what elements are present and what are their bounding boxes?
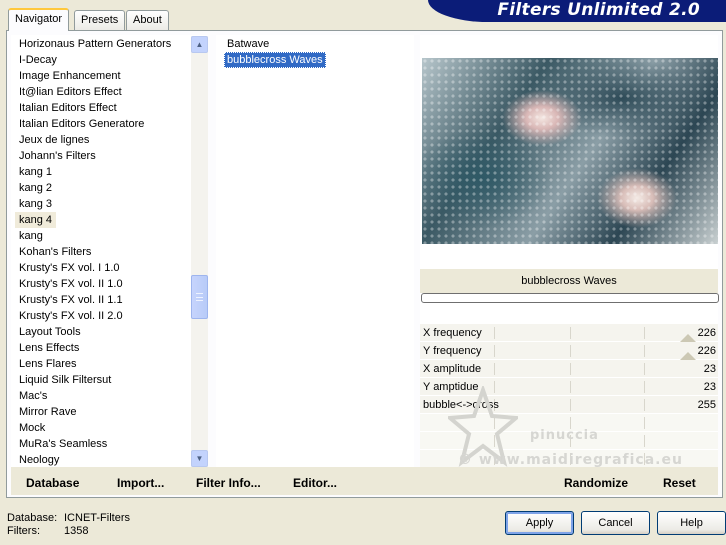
category-item[interactable]: kang 3 bbox=[15, 196, 56, 212]
slider-tick bbox=[570, 327, 571, 339]
parameter-value: 23 bbox=[703, 363, 716, 375]
filters-count-value: 1358 bbox=[64, 525, 89, 537]
title-banner: Filters Unlimited 2.0 bbox=[428, 0, 726, 22]
category-item[interactable]: Mac's bbox=[15, 388, 51, 404]
category-item[interactable]: kang bbox=[15, 228, 47, 244]
scroll-down-button[interactable]: ▼ bbox=[191, 450, 208, 467]
filters-count-label: Filters: bbox=[7, 525, 40, 537]
category-item[interactable]: Italian Editors Effect bbox=[15, 100, 121, 116]
category-item[interactable]: Image Enhancement bbox=[15, 68, 125, 84]
tab-presets[interactable]: Presets bbox=[74, 10, 126, 30]
parameter-label: Y frequency bbox=[423, 345, 482, 357]
slider-tick bbox=[494, 345, 495, 357]
slider-tick bbox=[570, 381, 571, 393]
filter-list[interactable]: Batwave bubblecross Waves bbox=[216, 35, 414, 467]
preview-image bbox=[422, 58, 718, 244]
slider-tick bbox=[644, 363, 645, 375]
category-item[interactable]: Krusty's FX vol. II 1.1 bbox=[15, 292, 127, 308]
import-button[interactable]: Import... bbox=[117, 476, 164, 490]
progress-bar bbox=[421, 293, 719, 303]
category-scrollbar[interactable]: ▲ ▼ bbox=[191, 36, 208, 467]
category-item[interactable]: Johann's Filters bbox=[15, 148, 100, 164]
filter-info-button[interactable]: Filter Info... bbox=[196, 476, 261, 490]
parameter-row[interactable]: X frequency 226 bbox=[420, 324, 718, 342]
slider-tick bbox=[570, 345, 571, 357]
database-label: Database: bbox=[7, 512, 58, 524]
apply-button[interactable]: Apply bbox=[505, 511, 574, 535]
randomize-button[interactable]: Randomize bbox=[564, 476, 628, 490]
slider-tick bbox=[644, 345, 645, 357]
tab-presets-label: Presets bbox=[81, 14, 119, 26]
category-item[interactable]: Mirror Rave bbox=[15, 404, 80, 420]
watermark-site: © www.maidiregrafica.eu bbox=[458, 452, 683, 468]
slider-tick bbox=[644, 417, 645, 429]
selected-filter-title: bubblecross Waves bbox=[420, 269, 718, 293]
help-button[interactable]: Help bbox=[657, 511, 726, 535]
category-item[interactable]: Krusty's FX vol. II 1.0 bbox=[15, 276, 127, 292]
category-item[interactable]: Liquid Silk Filtersut bbox=[15, 372, 115, 388]
slider-tick bbox=[494, 363, 495, 375]
slider-tick bbox=[644, 381, 645, 393]
parameter-value: 226 bbox=[697, 327, 716, 339]
category-item[interactable]: It@lian Editors Effect bbox=[15, 84, 126, 100]
category-item[interactable]: Krusty's FX vol. I 1.0 bbox=[15, 260, 124, 276]
cancel-button[interactable]: Cancel bbox=[581, 511, 650, 535]
tab-navigator[interactable]: Navigator bbox=[8, 8, 70, 31]
scroll-thumb[interactable] bbox=[191, 275, 208, 319]
slider-marker-icon[interactable] bbox=[680, 334, 696, 342]
grip-icon bbox=[196, 293, 203, 301]
editor-button[interactable]: Editor... bbox=[293, 476, 337, 490]
chevron-down-icon: ▼ bbox=[195, 454, 204, 463]
chevron-up-icon: ▲ bbox=[195, 40, 204, 49]
category-item[interactable]: kang 4 bbox=[15, 212, 57, 228]
category-item[interactable]: Kohan's Filters bbox=[15, 244, 95, 260]
category-list[interactable]: Horizonaus Pattern Generators I-Decay Imag… bbox=[11, 35, 208, 467]
parameter-row[interactable]: X amplitude 23 bbox=[420, 360, 718, 378]
parameter-value: 226 bbox=[697, 345, 716, 357]
category-item[interactable]: Mock bbox=[15, 420, 49, 436]
slider-tick bbox=[644, 327, 645, 339]
slider-marker-icon[interactable] bbox=[680, 352, 696, 360]
category-item[interactable]: Layout Tools bbox=[15, 324, 85, 340]
watermark-name: pinuccia bbox=[530, 428, 599, 443]
reset-button[interactable]: Reset bbox=[663, 476, 696, 490]
filter-item[interactable]: bubblecross Waves bbox=[224, 52, 326, 68]
category-item[interactable]: I-Decay bbox=[15, 52, 61, 68]
tab-navigator-label: Navigator bbox=[15, 13, 63, 25]
category-item[interactable]: Lens Flares bbox=[15, 356, 80, 372]
tab-about-label: About bbox=[133, 14, 162, 26]
category-item[interactable]: kang 2 bbox=[15, 180, 56, 196]
parameter-label: X frequency bbox=[423, 327, 482, 339]
database-button[interactable]: Database bbox=[26, 476, 79, 490]
slider-tick bbox=[570, 363, 571, 375]
parameter-value: 23 bbox=[703, 381, 716, 393]
scroll-up-button[interactable]: ▲ bbox=[191, 36, 208, 53]
tab-about[interactable]: About bbox=[126, 10, 169, 30]
category-item[interactable]: Horizonaus Pattern Generators bbox=[15, 36, 175, 52]
category-item[interactable]: Neology bbox=[15, 452, 63, 467]
slider-tick bbox=[494, 327, 495, 339]
slider-tick bbox=[570, 399, 571, 411]
category-item[interactable]: Jeux de lignes bbox=[15, 132, 93, 148]
filter-item[interactable]: Batwave bbox=[224, 36, 272, 52]
slider-tick bbox=[644, 399, 645, 411]
slider-tick bbox=[644, 435, 645, 447]
parameter-label: X amplitude bbox=[423, 363, 482, 375]
category-item[interactable]: MuRa's Seamless bbox=[15, 436, 111, 452]
category-item[interactable]: Lens Effects bbox=[15, 340, 83, 356]
database-value: ICNET-Filters bbox=[64, 512, 130, 524]
category-item[interactable]: Italian Editors Generatore bbox=[15, 116, 148, 132]
parameter-row[interactable]: Y frequency 226 bbox=[420, 342, 718, 360]
banner-title: Filters Unlimited 2.0 bbox=[497, 0, 700, 20]
category-item[interactable]: Krusty's FX vol. II 2.0 bbox=[15, 308, 127, 324]
category-item[interactable]: kang 1 bbox=[15, 164, 56, 180]
parameter-value: 255 bbox=[697, 399, 716, 411]
